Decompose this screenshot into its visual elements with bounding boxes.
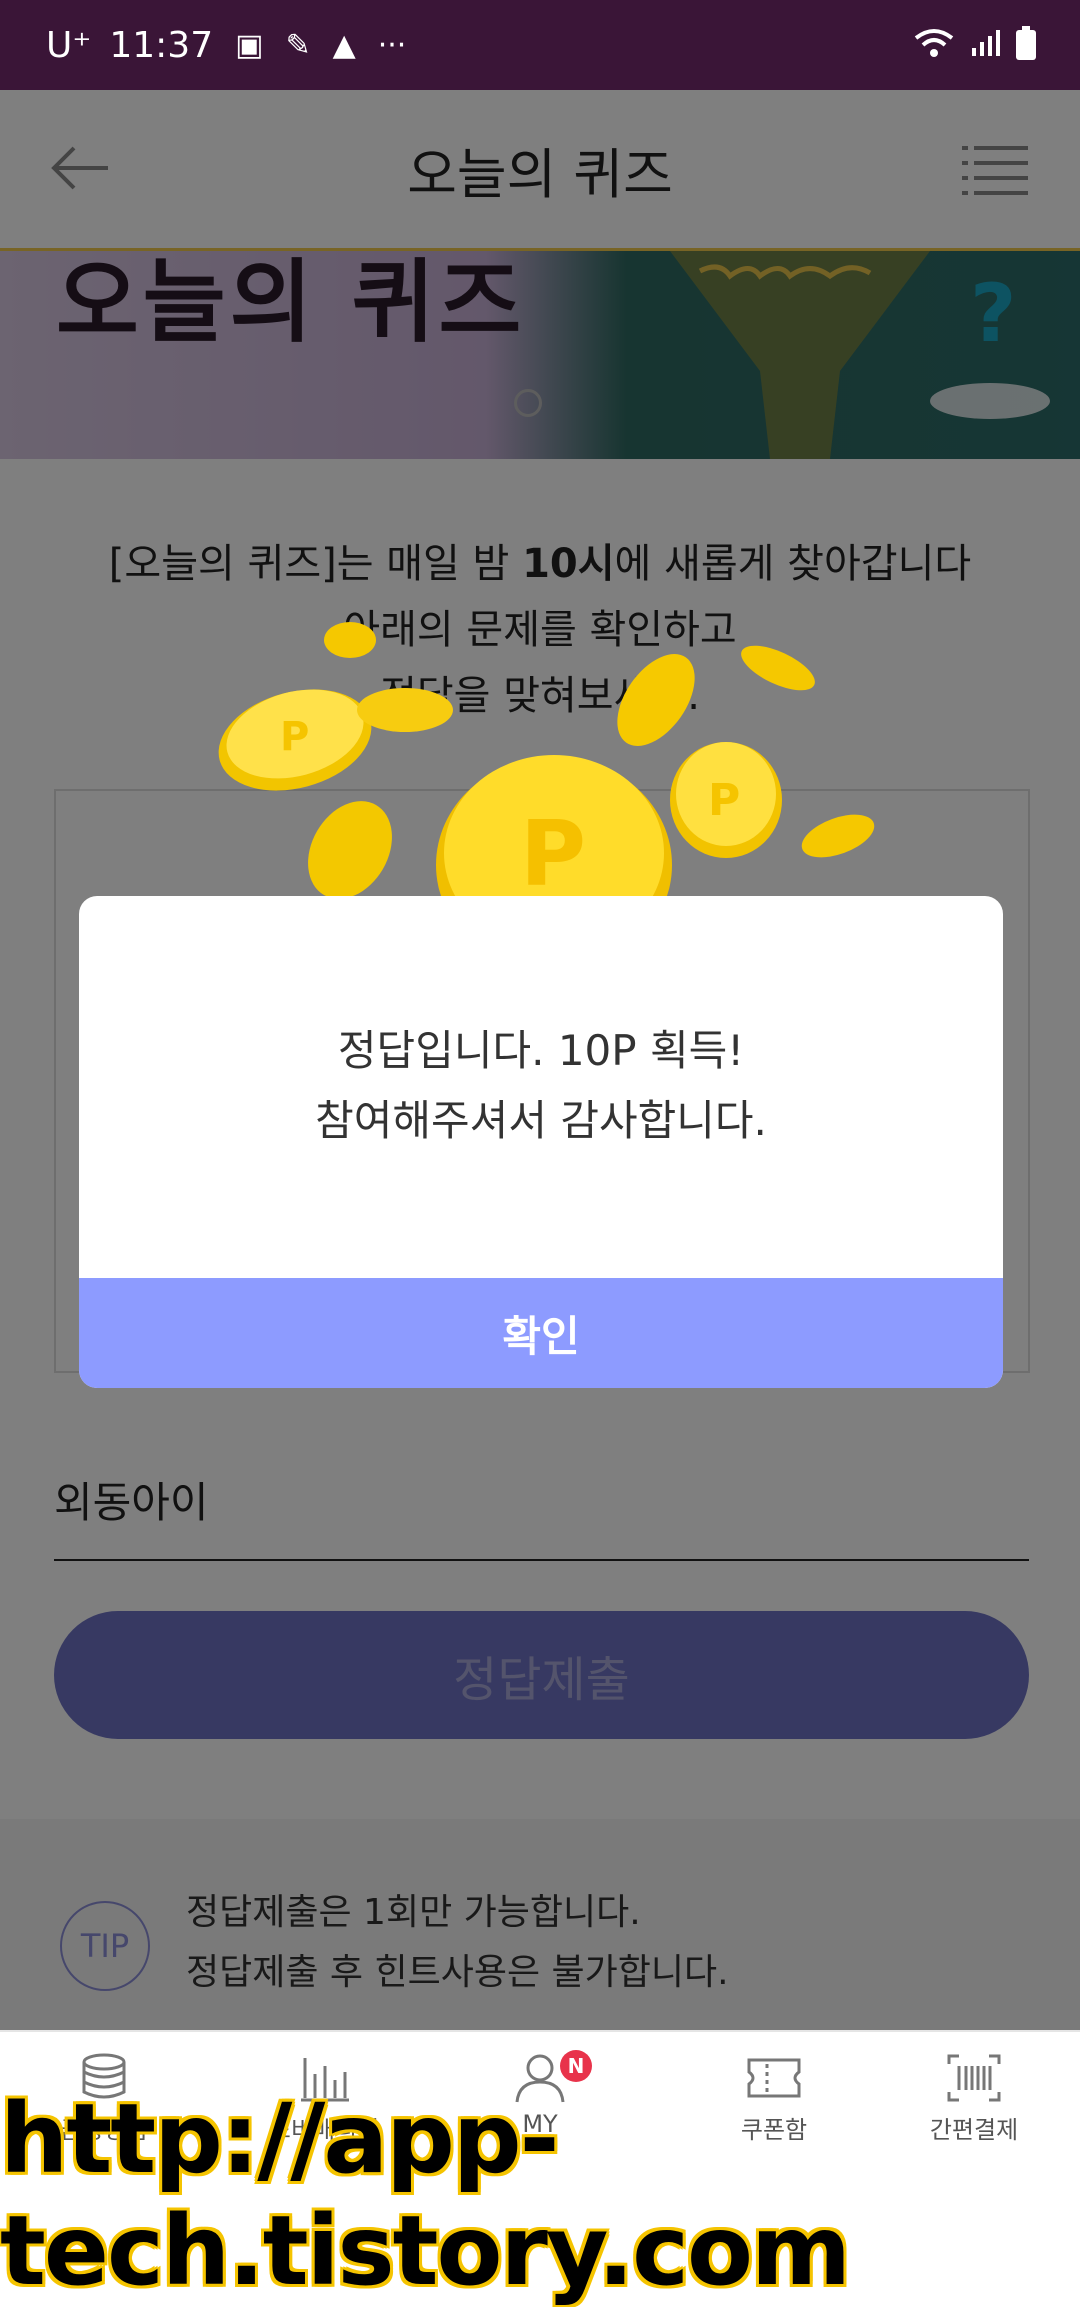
svg-text:P: P xyxy=(708,775,740,826)
carrier-label: U⁺ xyxy=(46,24,92,66)
battery-icon xyxy=(1016,26,1036,60)
clock: 11:37 xyxy=(109,24,214,66)
confirm-button[interactable]: 확인 xyxy=(79,1278,1003,1388)
dialog-line2: 참여해주셔서 감사합니다. xyxy=(315,1096,767,1145)
signal-icon xyxy=(972,30,1000,56)
more-notifications-icon: ··· xyxy=(377,27,407,63)
wifi-icon xyxy=(914,29,954,57)
image-icon: ▣ xyxy=(235,27,264,63)
dialog-message: 정답입니다. 10P 획득! 참여해주셔서 감사합니다. xyxy=(79,1016,1003,1156)
result-dialog: 정답입니다. 10P 획득! 참여해주셔서 감사합니다. 확인 xyxy=(79,896,1003,1388)
warning-icon: ▲ xyxy=(332,27,356,63)
svg-text:P: P xyxy=(520,802,586,907)
dialog-line1: 정답입니다. 10P 획득! xyxy=(337,1026,745,1075)
svg-text:P: P xyxy=(280,714,309,760)
watermark-url: http://app-tech.tistory.com xyxy=(0,2083,851,2307)
status-bar: U⁺ 11:37 ▣ ✎ ▲ ··· xyxy=(0,0,1080,90)
pill-icon: ✎ xyxy=(285,27,311,63)
new-badge: N xyxy=(560,2050,592,2082)
